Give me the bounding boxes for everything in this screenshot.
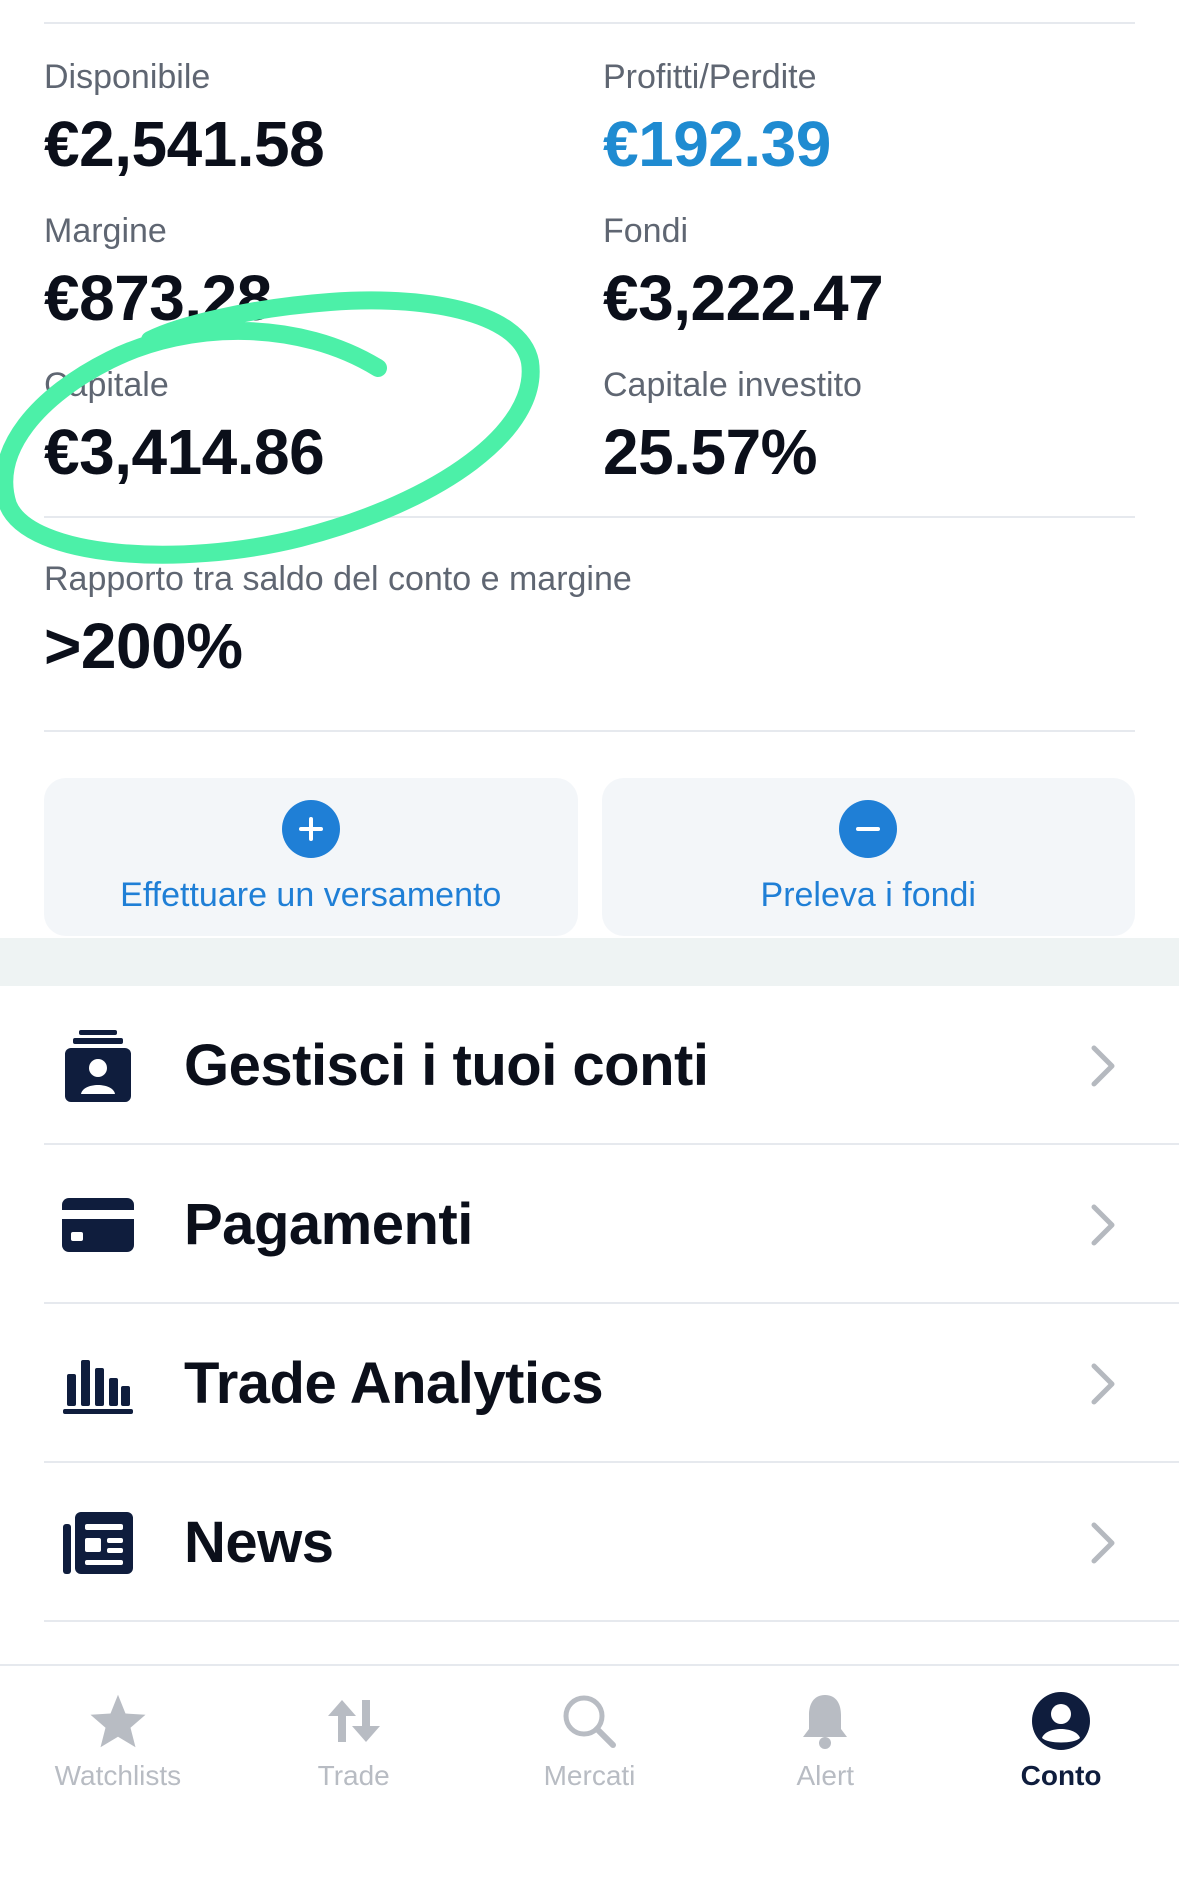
stat-label: Profitti/Perdite bbox=[603, 58, 817, 96]
credit-card-icon bbox=[58, 1185, 138, 1265]
tab-label: Watchlists bbox=[54, 1760, 182, 1791]
stat-disponibile: Disponibile €2,541.58 bbox=[44, 58, 325, 181]
menu-item-label: Gestisci i tuoi conti bbox=[184, 1033, 709, 1098]
tab-label: Trade bbox=[317, 1760, 390, 1791]
stat-profitti-perdite: Profitti/Perdite €192.39 bbox=[603, 58, 831, 181]
star-icon bbox=[85, 1688, 151, 1754]
stat-value: €873.28 bbox=[44, 262, 272, 334]
stat-value: €192.39 bbox=[603, 108, 831, 180]
stat-value: €3,222.47 bbox=[603, 262, 884, 334]
stats-divider bbox=[44, 516, 1135, 518]
account-menu: Gestisci i tuoi conti Pagamenti Trade An… bbox=[0, 986, 1179, 1622]
chevron-right-icon bbox=[1083, 1195, 1123, 1255]
stat-label: Fondi bbox=[603, 212, 689, 250]
tab-trade[interactable]: Trade bbox=[236, 1666, 472, 1892]
tab-label: Conto bbox=[1020, 1760, 1102, 1791]
newspaper-icon bbox=[58, 1503, 138, 1583]
stat-label: Capitale investito bbox=[603, 366, 862, 404]
menu-item-news[interactable]: News bbox=[0, 1463, 1179, 1622]
stat-label: Rapporto tra saldo del conto e margine bbox=[44, 560, 632, 598]
deposit-label: Effettuare un versamento bbox=[120, 875, 502, 914]
menu-item-label: News bbox=[184, 1510, 334, 1575]
tab-conto[interactable]: Conto bbox=[943, 1666, 1179, 1892]
account-screen: Disponibile €2,541.58 Profitti/Perdite €… bbox=[0, 0, 1179, 1892]
account-badge-icon bbox=[58, 1026, 138, 1106]
stat-rapporto: Rapporto tra saldo del conto e margine >… bbox=[44, 560, 632, 683]
plus-circle-icon bbox=[281, 799, 340, 858]
menu-item-label: Pagamenti bbox=[184, 1192, 473, 1257]
stat-value: €3,414.86 bbox=[44, 416, 325, 488]
stat-margine: Margine €873.28 bbox=[44, 212, 272, 335]
search-icon bbox=[556, 1688, 622, 1754]
section-separator bbox=[0, 938, 1179, 986]
stat-value: 25.57% bbox=[603, 416, 818, 488]
stat-fondi: Fondi €3,222.47 bbox=[603, 212, 884, 335]
stat-label: Disponibile bbox=[44, 58, 211, 96]
bell-icon bbox=[792, 1688, 858, 1754]
tab-alert[interactable]: Alert bbox=[707, 1666, 943, 1892]
stat-capitale-investito: Capitale investito 25.57% bbox=[603, 366, 862, 489]
menu-item-gestisci-conti[interactable]: Gestisci i tuoi conti bbox=[0, 986, 1179, 1145]
minus-circle-icon bbox=[839, 799, 898, 858]
menu-divider bbox=[44, 1620, 1179, 1622]
top-divider bbox=[44, 22, 1135, 24]
stat-value: €2,541.58 bbox=[44, 108, 325, 180]
stat-capitale: Capitale €3,414.86 bbox=[44, 366, 325, 489]
chevron-right-icon bbox=[1083, 1036, 1123, 1096]
deposit-button[interactable]: Effettuare un versamento bbox=[44, 778, 578, 936]
menu-item-trade-analytics[interactable]: Trade Analytics bbox=[0, 1304, 1179, 1463]
chevron-right-icon bbox=[1083, 1354, 1123, 1414]
menu-item-pagamenti[interactable]: Pagamenti bbox=[0, 1145, 1179, 1304]
stat-label: Capitale bbox=[44, 366, 169, 404]
menu-item-label: Trade Analytics bbox=[184, 1351, 604, 1416]
tab-watchlists[interactable]: Watchlists bbox=[0, 1666, 236, 1892]
swap-arrows-icon bbox=[321, 1688, 387, 1754]
withdraw-button[interactable]: Preleva i fondi bbox=[601, 778, 1135, 936]
funds-actions: Effettuare un versamento Preleva i fondi bbox=[44, 778, 1135, 936]
withdraw-label: Preleva i fondi bbox=[760, 875, 976, 914]
actions-divider bbox=[44, 730, 1135, 732]
tab-label: Mercati bbox=[543, 1760, 636, 1791]
tab-label: Alert bbox=[796, 1760, 855, 1791]
bar-chart-icon bbox=[58, 1344, 138, 1424]
user-circle-icon bbox=[1028, 1688, 1094, 1754]
bottom-tab-bar: Watchlists Trade Mercati Alert Conto bbox=[0, 1664, 1179, 1892]
tab-mercati[interactable]: Mercati bbox=[472, 1666, 708, 1892]
stat-label: Margine bbox=[44, 212, 167, 250]
chevron-right-icon bbox=[1083, 1513, 1123, 1573]
stat-value: >200% bbox=[44, 610, 243, 682]
